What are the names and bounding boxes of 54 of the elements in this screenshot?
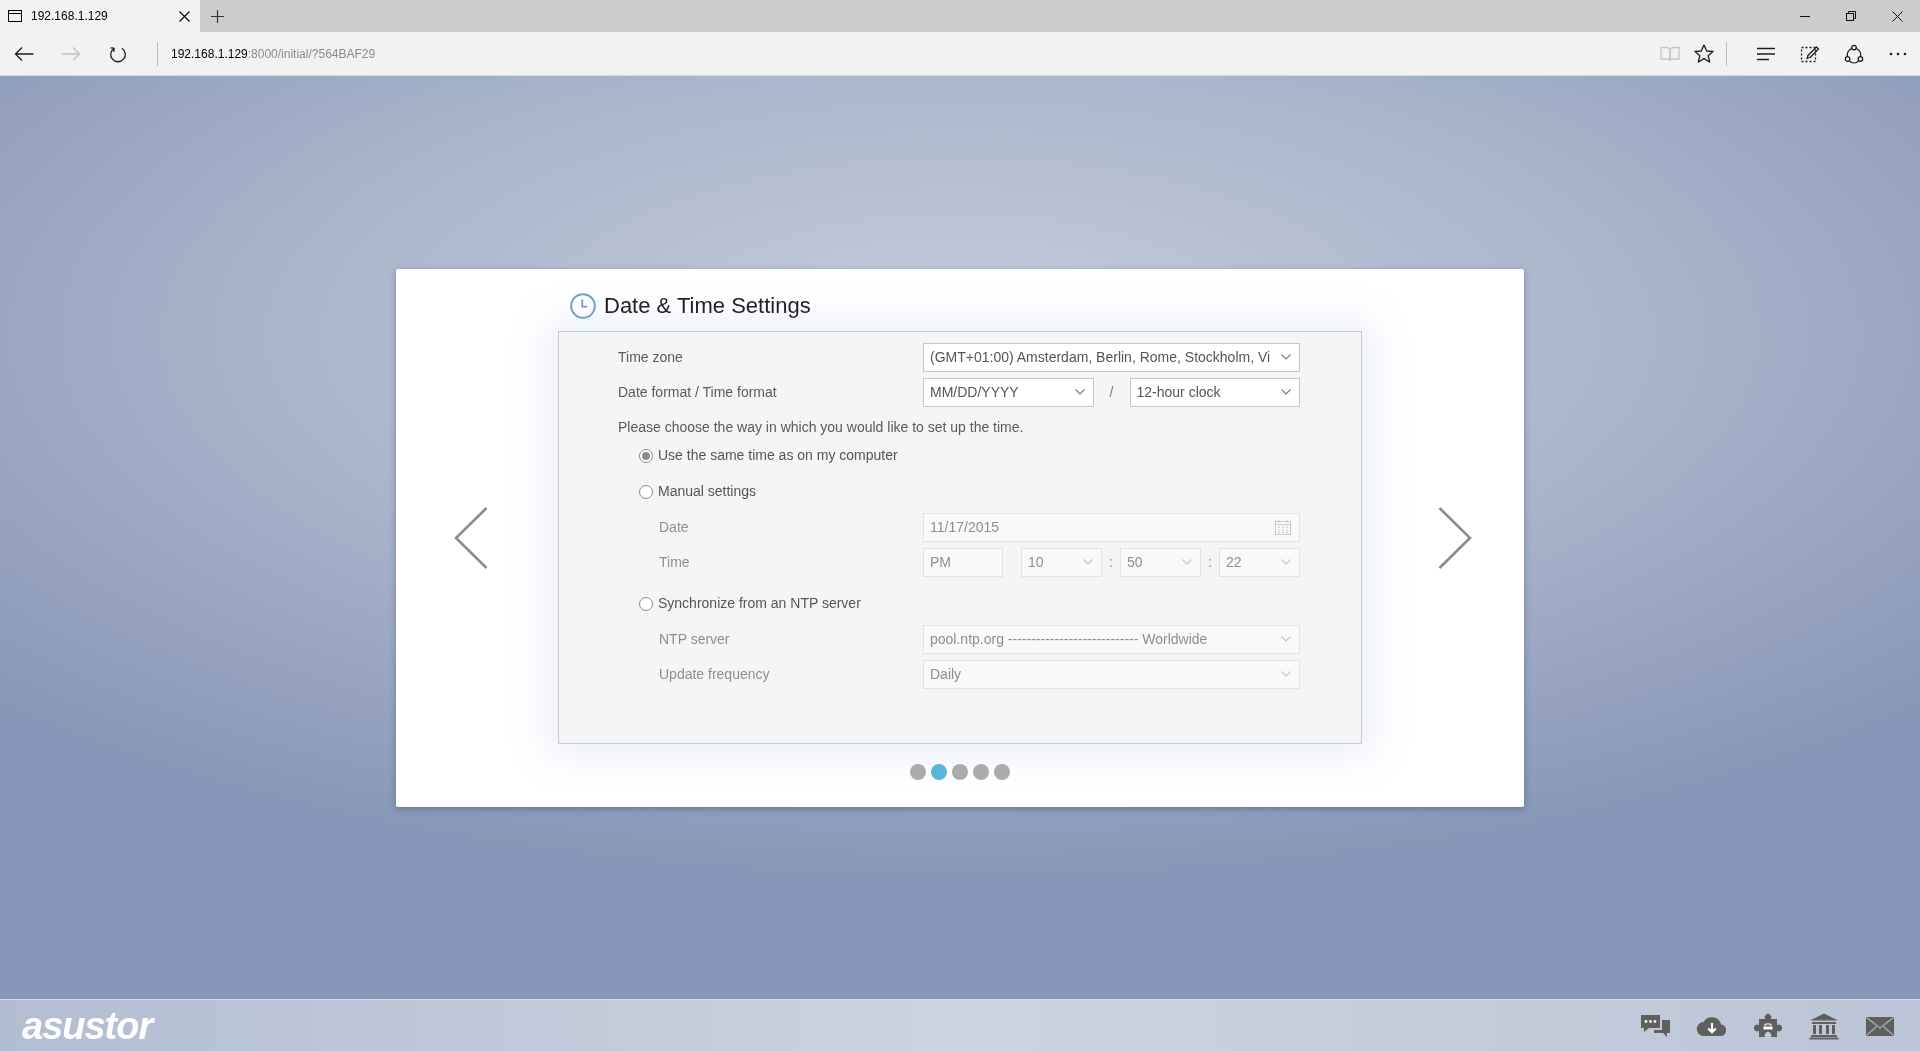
plus-icon[interactable]: [210, 9, 224, 23]
calendar-icon: [1275, 519, 1291, 535]
dropdown[interactable]: 12-hour clock: [1129, 377, 1300, 407]
dropdown[interactable]: (GMT+01:00) Amsterdam, Berlin, Rome, Stockholm, Vi: [923, 342, 1300, 372]
step-dot[interactable]: [931, 763, 947, 780]
caret-icon: [1182, 559, 1192, 565]
step-dot[interactable]: [994, 763, 1010, 780]
step-dot[interactable]: [973, 763, 989, 780]
more-icon[interactable]: [1889, 51, 1907, 56]
restore-icon[interactable]: [1846, 11, 1856, 21]
option-label[interactable]: Use the same time as on my computer: [658, 445, 898, 466]
option-label[interactable]: Manual settings: [658, 481, 757, 502]
caret-icon: [1281, 354, 1291, 360]
instruction-text: Please choose the way in which you would like to set up the time.: [618, 417, 1025, 437]
dialog-title: Date & Time Settings: [604, 292, 811, 320]
caret-icon: [1281, 389, 1291, 395]
close-icon[interactable]: [179, 10, 190, 22]
caret-icon: [1074, 389, 1085, 395]
browser-tab[interactable]: 192.168.1.129: [0, 0, 200, 32]
field-label: Time zone: [618, 347, 684, 367]
address-bar[interactable]: 192.168.1.129:8000/initial/?564BAF29: [171, 38, 1653, 69]
share-icon[interactable]: [1844, 43, 1864, 64]
star-icon[interactable]: [1694, 44, 1714, 63]
chevron-right-icon[interactable]: [1438, 506, 1472, 569]
separator-text: :: [1207, 552, 1213, 572]
caret-icon: [1281, 636, 1291, 642]
step-dot[interactable]: [952, 763, 968, 780]
back-arrow-icon[interactable]: [13, 45, 34, 62]
pen-square-icon[interactable]: [1800, 43, 1820, 64]
brand-logo: asustor: [22, 1006, 153, 1045]
page-icon: [8, 10, 22, 22]
field-label: Date: [658, 517, 690, 537]
field-label: NTP server: [658, 629, 731, 649]
separator-text: /: [1108, 382, 1115, 402]
radio-button[interactable]: [639, 448, 653, 463]
caret-icon: [1083, 559, 1093, 565]
clock-icon: [570, 292, 596, 319]
radio-button[interactable]: [639, 596, 653, 611]
puzzle-piece-icon[interactable]: [1752, 1011, 1784, 1040]
dropdown[interactable]: MM/DD/YYYY: [923, 377, 1094, 407]
caret-icon: [1281, 559, 1291, 565]
caret-icon: [1281, 671, 1291, 677]
list-lines-icon[interactable]: [1756, 46, 1776, 61]
close-icon[interactable]: [1891, 10, 1903, 22]
refresh-icon[interactable]: [108, 44, 127, 63]
step-dot[interactable]: [910, 763, 926, 780]
field-label: Date format / Time format: [618, 382, 778, 402]
field-label: Time: [658, 552, 691, 572]
chevron-left-icon[interactable]: [454, 506, 488, 569]
bank-building-icon[interactable]: [1808, 1011, 1840, 1040]
option-label[interactable]: Synchronize from an NTP server: [658, 593, 861, 614]
separator-text: :: [1108, 552, 1114, 572]
radio-button[interactable]: [639, 484, 653, 499]
field-label: Update frequency: [658, 664, 771, 684]
